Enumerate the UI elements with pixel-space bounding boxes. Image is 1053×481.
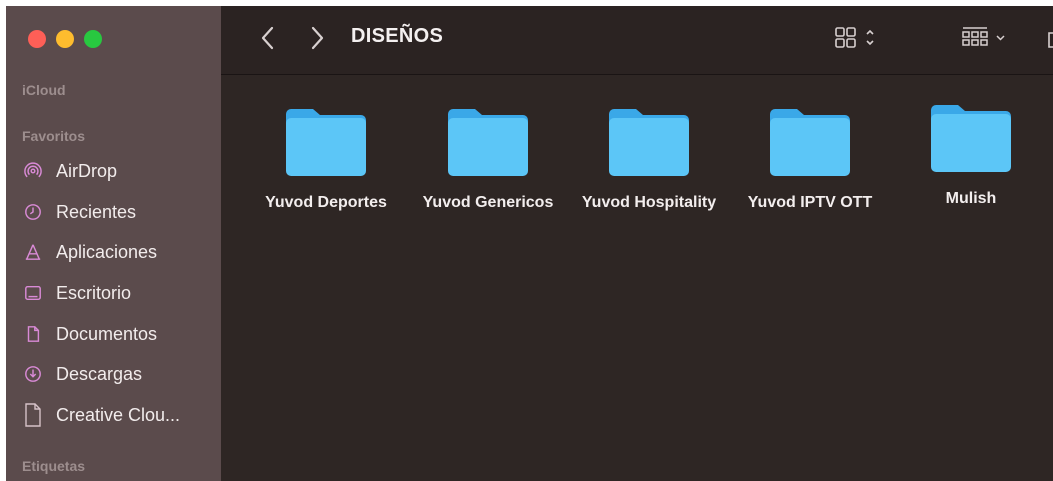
share-icon [1048, 32, 1053, 48]
share-button[interactable] [1047, 25, 1053, 56]
toolbar: DISEÑOS [221, 6, 1053, 75]
folder-item[interactable]: Yuvod Genericos [408, 104, 568, 224]
sidebar-section-tags: Etiquetas [22, 458, 86, 474]
sidebar-item-label: Documentos [56, 323, 158, 344]
chevron-right-icon [311, 26, 324, 50]
download-icon [22, 363, 44, 385]
group-view-icon [962, 27, 1005, 46]
sidebar-item-label: Escritorio [56, 282, 132, 303]
sidebar-item-escritorio[interactable]: Escritorio [22, 278, 131, 308]
folder-icon [448, 109, 528, 176]
finder-window: iCloud Favoritos AirDrop Recientes Aplic… [6, 6, 1053, 481]
sidebar-item-label: Aplicaciones [56, 241, 158, 262]
file-grid: Yuvod Deportes Yuvod Genericos Yuvod Hos… [221, 74, 1053, 481]
sidebar-item-descargas[interactable]: Descargas [22, 359, 142, 389]
airdrop-icon [22, 160, 44, 182]
folder-label: Yuvod Deportes [265, 194, 387, 211]
clock-icon [22, 201, 44, 223]
chevron-left-icon [261, 26, 274, 50]
sidebar-item-recientes[interactable]: Recientes [22, 197, 136, 227]
folder-icon [609, 109, 689, 176]
sidebar-item-label: AirDrop [56, 160, 118, 181]
folder-label: Yuvod IPTV OTT [747, 194, 873, 211]
folder-item[interactable]: Mulish [891, 100, 1051, 220]
close-button[interactable] [28, 30, 46, 48]
sidebar-section-favorites: Favoritos [22, 128, 86, 144]
back-button[interactable] [257, 25, 279, 51]
sidebar-section-icloud[interactable]: iCloud [22, 82, 66, 98]
applications-icon [22, 241, 44, 263]
sidebar: iCloud Favoritos AirDrop Recientes Aplic… [6, 6, 221, 481]
sidebar-item-creative-cloud[interactable]: Creative Clou... [22, 400, 180, 430]
view-mode-button[interactable] [833, 25, 879, 56]
sidebar-item-documentos[interactable]: Documentos [22, 319, 157, 349]
sidebar-item-label: Descargas [56, 363, 143, 384]
main-area: DISEÑOS Yuvod Deportes Yuvod Genericos Y… [221, 6, 1053, 481]
folder-item[interactable]: Yuvod IPTV OTT [730, 104, 890, 224]
sidebar-item-label: Creative Clou... [56, 404, 181, 425]
minimize-button[interactable] [56, 30, 74, 48]
folder-label: Yuvod Hospitality [581, 194, 717, 211]
sidebar-item-label: Recientes [56, 201, 137, 222]
file-icon [22, 403, 44, 427]
grid-view-icon [835, 27, 874, 48]
forward-button[interactable] [306, 25, 328, 51]
folder-label: Yuvod Genericos [422, 194, 554, 211]
desktop-icon [22, 282, 44, 304]
folder-label: Mulish [945, 190, 997, 207]
sidebar-item-airdrop[interactable]: AirDrop [22, 156, 117, 186]
sidebar-item-aplicaciones[interactable]: Aplicaciones [22, 237, 157, 267]
folder-item[interactable]: Yuvod Deportes [246, 104, 406, 224]
document-icon [22, 323, 44, 345]
folder-item[interactable]: Yuvod Hospitality [569, 104, 729, 224]
traffic-lights [28, 30, 102, 48]
group-view-button[interactable] [961, 25, 1011, 56]
folder-icon [770, 109, 850, 176]
folder-icon [286, 109, 366, 176]
zoom-button[interactable] [84, 30, 102, 48]
window-title: DISEÑOS [351, 25, 444, 47]
folder-icon [931, 105, 1011, 172]
